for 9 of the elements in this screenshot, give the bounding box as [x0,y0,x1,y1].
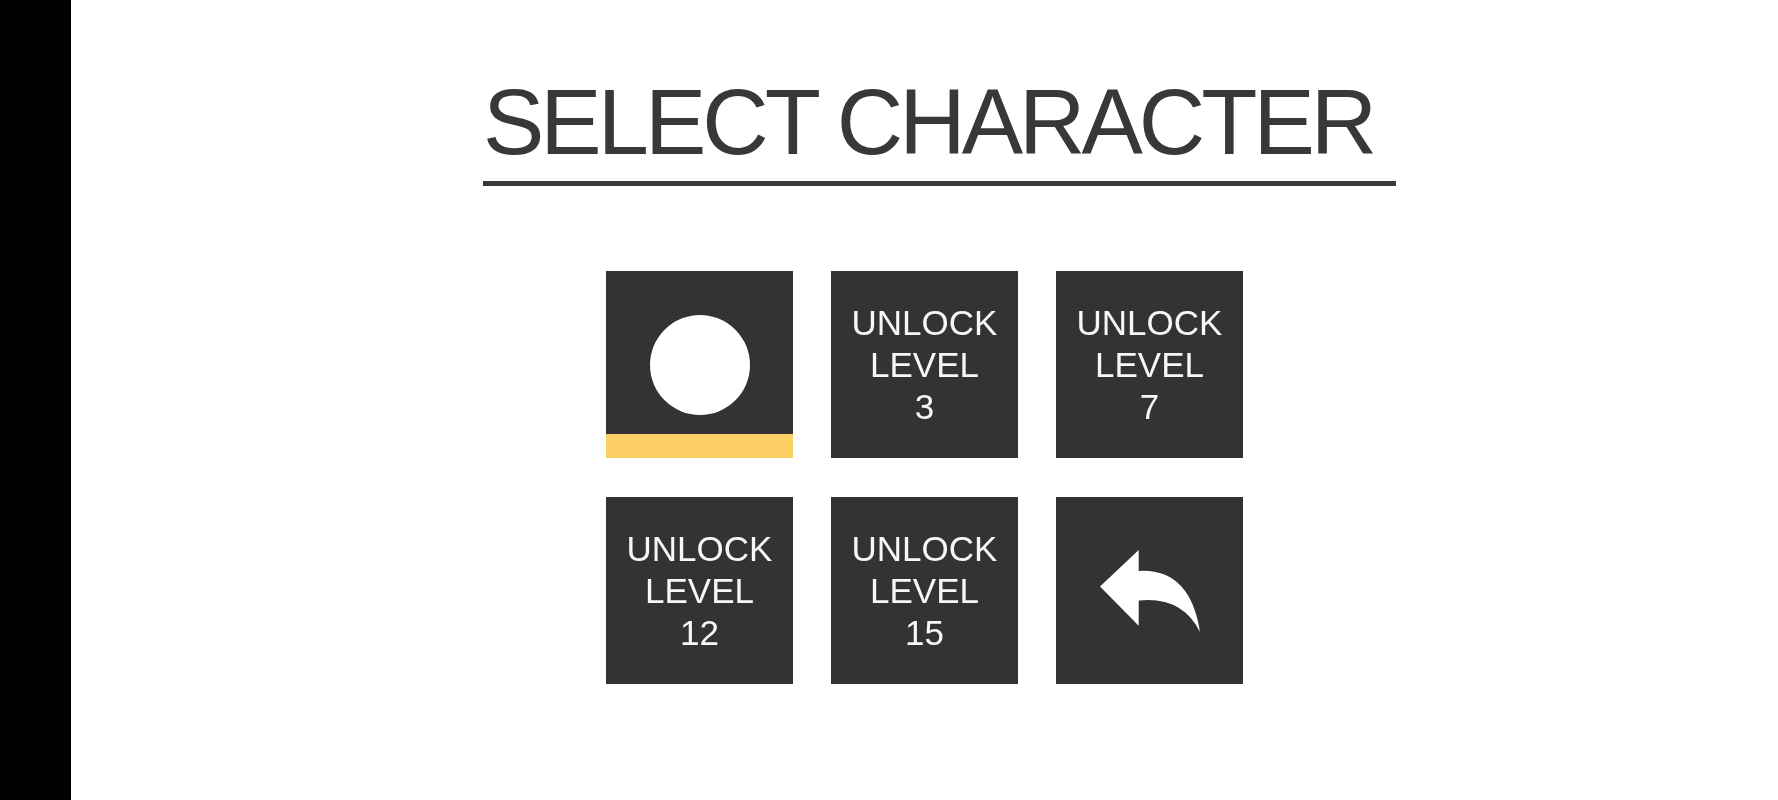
character-tile[interactable]: UNLOCK LEVEL 3 [831,271,1018,458]
page-title: SELECT CHARACTER [483,76,1374,168]
character-tile[interactable]: UNLOCK LEVEL 7 [1056,271,1243,458]
character-tile[interactable] [606,271,793,458]
back-arrow-icon [1099,549,1200,632]
character-circle-icon [649,314,750,415]
back-button[interactable] [1056,497,1243,684]
character-tile[interactable]: UNLOCK LEVEL 12 [606,497,793,684]
character-tile[interactable]: UNLOCK LEVEL 15 [831,497,1018,684]
